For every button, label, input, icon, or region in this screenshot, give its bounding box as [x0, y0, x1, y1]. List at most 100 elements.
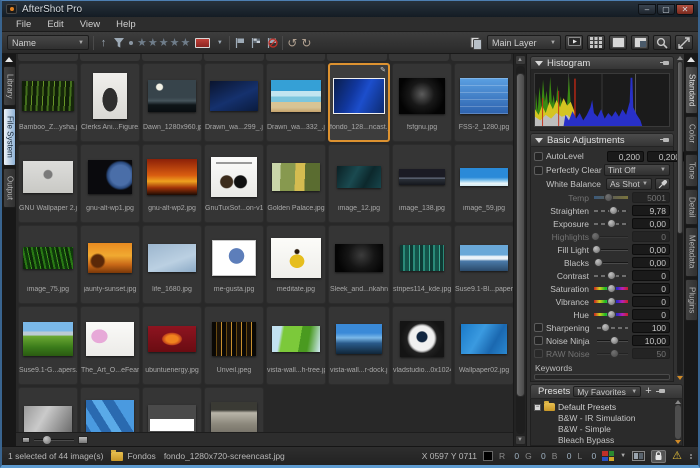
highlights-slider[interactable]: [594, 236, 628, 238]
thumbnail-cell[interactable]: ubuntuenergy.jpg: [142, 306, 202, 385]
scrollbar-thumb[interactable]: [516, 73, 525, 397]
thumbnail-browser[interactable]: Bamboo_Z...ysha.jpgClerks Ani...Figure.j…: [16, 54, 513, 432]
tab-plugins[interactable]: Plugins: [685, 279, 698, 321]
thumbnail-cell[interactable]: ✎fondo_128...ncast.jpg: [328, 63, 390, 142]
menu-item-view[interactable]: View: [72, 17, 108, 32]
menu-item-edit[interactable]: Edit: [39, 17, 71, 32]
scrollbar-thumb[interactable]: [677, 61, 683, 234]
thumbnail-cell[interactable]: [204, 387, 264, 432]
thumbnail-image[interactable]: [461, 324, 507, 354]
thumbnail-cell[interactable]: Suse9.1-G...apers.jpg: [18, 306, 78, 385]
contrast-value[interactable]: 0: [632, 270, 670, 281]
zero-stars-icon[interactable]: [129, 41, 133, 45]
thumbnail-image[interactable]: [460, 245, 508, 271]
flag-review-icon[interactable]: [250, 37, 262, 49]
thumbnail-cell[interactable]: fsfgnu.jpg: [392, 63, 452, 142]
highlights-value[interactable]: 0: [632, 231, 670, 242]
minimize-button[interactable]: –: [638, 4, 656, 15]
saturation-slider[interactable]: [594, 287, 628, 290]
thumbnail-cell[interactable]: Unveil.jpeg: [204, 306, 264, 385]
slideshow-icon[interactable]: [565, 35, 583, 50]
thumbnail-image[interactable]: [335, 244, 383, 272]
resize-grip[interactable]: [690, 454, 692, 459]
thumbnail-cell[interactable]: jaunty-sunset.jpg: [80, 225, 140, 304]
autolevel-value-1[interactable]: 0,200: [607, 151, 644, 162]
thumbnail-image[interactable]: [212, 322, 256, 356]
thumbnail-cell[interactable]: vladstudio...0x1024.jpg: [392, 306, 452, 385]
histogram-header[interactable]: Histogram: [530, 56, 674, 70]
keywords-input[interactable]: [534, 374, 670, 380]
thumbnail-image[interactable]: [400, 321, 444, 357]
thumbnail-image[interactable]: [22, 81, 74, 111]
copy-settings-icon[interactable]: [469, 36, 483, 50]
raw-noise-checkbox[interactable]: [534, 349, 543, 358]
thumbnail-cell[interactable]: Wallpaper02.jpg: [454, 306, 513, 385]
thumbnail-image[interactable]: [147, 159, 197, 195]
thumbnail-cell[interactable]: image_138.jpg: [392, 144, 452, 223]
blacks-slider[interactable]: [594, 262, 628, 264]
thumbnail-cell[interactable]: stripes114_kde.jpg: [392, 225, 452, 304]
thumbnail-image[interactable]: [86, 322, 134, 356]
thumbnail-cell[interactable]: Sleek_and...nkahn.jpg: [328, 225, 390, 304]
flag-reject-icon[interactable]: [266, 37, 278, 49]
thumbnail-image[interactable]: [272, 163, 320, 191]
thumbnail-cell[interactable]: vista-wall...r-dock.jpg: [328, 306, 390, 385]
temp-slider[interactable]: [594, 196, 628, 199]
layer-selector-dropdown[interactable]: Main Layer ▼: [487, 35, 561, 50]
chevron-down-icon[interactable]: ▼: [620, 453, 626, 459]
scroll-down-icon[interactable]: [675, 440, 681, 444]
contrast-slider[interactable]: [594, 275, 628, 277]
thumbnail-image[interactable]: [93, 73, 127, 119]
eyedropper-icon[interactable]: [655, 178, 670, 190]
thumbnail-cell[interactable]: GnuTuxSof...on-v1.jpg: [204, 144, 264, 223]
basic-adjustments-header[interactable]: Basic Adjustments: [530, 133, 674, 147]
sort-by-dropdown[interactable]: Name ▼: [7, 35, 89, 50]
sharpening-value[interactable]: 100: [632, 322, 670, 333]
thumbnail-image[interactable]: [23, 161, 73, 193]
menu-item-file[interactable]: File: [8, 17, 39, 32]
thumbnail-cell[interactable]: gnu-alt-wp1.jpg: [80, 144, 140, 223]
thumbnail-cell[interactable]: [80, 387, 140, 432]
thumbnail-cell[interactable]: vista-wall...h-tree.jpg: [266, 306, 326, 385]
scroll-down-icon[interactable]: [677, 376, 683, 380]
preset-item[interactable]: Bleach Bypass: [534, 435, 674, 446]
thumbnail-cell[interactable]: [142, 387, 202, 432]
slider-handle[interactable]: [610, 349, 619, 358]
thumbnail-cell[interactable]: [18, 387, 78, 432]
thumbnail-image[interactable]: [148, 326, 196, 352]
color-label-chevron-icon[interactable]: ▼: [214, 36, 225, 50]
thumbnail-cell[interactable]: The_Art_O...eFear.jpg: [80, 306, 140, 385]
preset-item[interactable]: B&W - IR Simulation: [534, 413, 674, 424]
tint-dropdown[interactable]: Tint Off ▼: [604, 164, 670, 176]
lock-icon[interactable]: [651, 450, 666, 463]
tab-color[interactable]: Color: [685, 116, 698, 151]
star-rating-filter[interactable]: ★★★★★: [137, 36, 191, 49]
vibrance-value[interactable]: 0: [632, 296, 670, 307]
thumbnail-cell[interactable]: FSS-2_1280.jpg: [454, 63, 513, 142]
thumbnail-image[interactable]: [337, 166, 381, 188]
sharpening-checkbox[interactable]: [534, 323, 543, 332]
scrollbar-thumb[interactable]: [675, 405, 681, 439]
thumbnail-image[interactable]: [88, 243, 132, 273]
thumbnail-cell[interactable]: Drawn_wa...332_.jpg: [266, 63, 326, 142]
rotate-right-icon[interactable]: ↻: [301, 36, 311, 50]
tab-detail[interactable]: Detail: [685, 189, 698, 225]
thumbnail-image[interactable]: [400, 245, 444, 271]
tab-file-system[interactable]: File System: [3, 108, 16, 166]
tab-library[interactable]: Library: [3, 66, 16, 106]
fit-zoom-icon[interactable]: [675, 35, 693, 50]
thumbnail-image[interactable]: [211, 402, 257, 432]
hue-value[interactable]: 0: [632, 309, 670, 320]
exposure-value[interactable]: 0,00: [632, 218, 670, 229]
noise-ninja-value[interactable]: 10,00: [632, 335, 670, 346]
thumbnail-image[interactable]: [460, 168, 508, 186]
noise-ninja-slider[interactable]: [597, 340, 628, 342]
slider-handle[interactable]: [592, 245, 601, 254]
color-management-icon[interactable]: [602, 451, 614, 461]
slider-handle[interactable]: [607, 297, 616, 306]
straighten-value[interactable]: 9,78: [632, 205, 670, 216]
thumbnail-cell[interactable]: life_1680.jpg: [142, 225, 202, 304]
preset-item[interactable]: B&W - Simple: [534, 424, 674, 435]
collapse-triangle-icon[interactable]: [535, 138, 543, 143]
thumbnail-image[interactable]: [211, 157, 257, 197]
